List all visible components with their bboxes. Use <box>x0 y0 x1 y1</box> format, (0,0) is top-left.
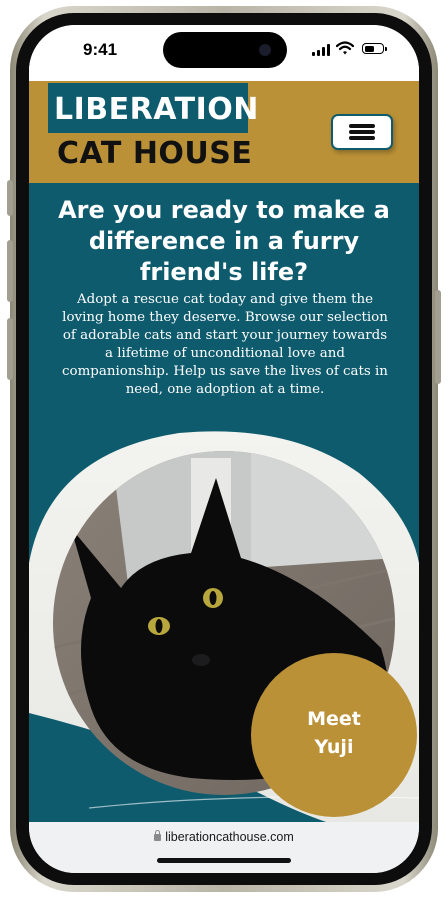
hero-headline: Are you ready to make a difference in a … <box>58 196 390 286</box>
status-time: 9:41 <box>83 40 118 59</box>
wifi-icon <box>336 41 354 55</box>
site-header: LIBERATION CAT HOUSE <box>29 81 419 183</box>
url-text: liberationcathouse.com <box>165 830 294 844</box>
screen: 9:41 LIBERATION CAT HOUSE Are you ready … <box>29 25 419 873</box>
home-indicator[interactable] <box>157 858 291 863</box>
meet-yuji-button[interactable]: Meet Yuji <box>251 653 417 817</box>
cellular-signal-icon <box>312 44 330 56</box>
hero-section: Are you ready to make a difference in a … <box>29 183 419 823</box>
action-button <box>7 180 13 216</box>
menu-button[interactable] <box>331 114 393 150</box>
meet-yuji-label: Meet Yuji <box>307 708 361 758</box>
front-camera-icon <box>259 44 271 56</box>
volume-up-button <box>7 240 13 302</box>
lock-icon <box>154 830 162 841</box>
power-button <box>435 290 441 384</box>
hero-description: Adopt a rescue cat today and give them t… <box>62 292 388 397</box>
logo-text-cat-house[interactable]: CAT HOUSE <box>57 137 252 171</box>
browser-bar: liberationcathouse.com <box>29 822 419 873</box>
volume-down-button <box>7 318 13 380</box>
battery-icon <box>362 43 387 54</box>
dynamic-island <box>163 32 287 68</box>
address-bar[interactable]: liberationcathouse.com <box>29 830 419 844</box>
logo-text-liberation[interactable]: LIBERATION <box>54 93 259 127</box>
status-bar: 9:41 <box>29 25 419 81</box>
